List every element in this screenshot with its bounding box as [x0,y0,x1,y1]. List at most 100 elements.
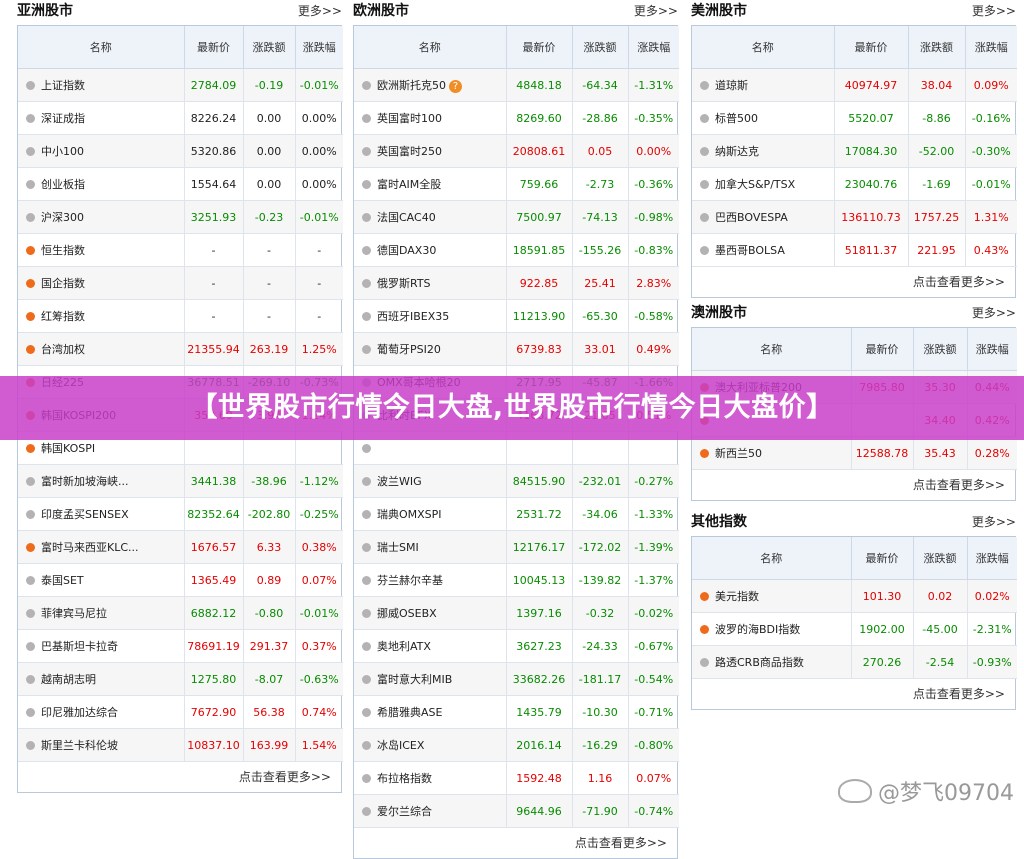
index-name-link[interactable]: 菲律宾马尼拉 [41,607,107,620]
index-name-link[interactable]: 沪深300 [41,211,84,224]
table-row[interactable]: 波罗的海BDI指数 1902.00 -45.00 -2.31% [692,612,1017,646]
europe-view-more[interactable]: 点击查看更多>> [354,828,677,858]
table-row[interactable]: 葡萄牙PSI20 6739.83 33.01 0.49% [354,332,679,366]
table-row[interactable]: 纳斯达克 17084.30 -52.00 -0.30% [692,134,1017,168]
oceania-view-more[interactable]: 点击查看更多>> [692,470,1015,500]
index-name-link[interactable]: 波兰WIG [377,475,422,488]
index-name-link[interactable]: 韩国KOSPI [41,442,95,455]
table-row[interactable]: 瑞典OMXSPI 2531.72 -34.06 -1.33% [354,497,679,531]
table-row[interactable]: 英国富时100 8269.60 -28.86 -0.35% [354,101,679,135]
index-name-link[interactable]: 富时新加坡海峡... [41,475,129,488]
index-name-link[interactable]: 美元指数 [715,590,759,603]
index-name-link[interactable]: 越南胡志明 [41,673,96,686]
index-name-link[interactable]: 台湾加权 [41,343,85,356]
index-name-link[interactable]: 法国CAC40 [377,211,436,224]
table-row[interactable]: 恒生指数 - - - [18,233,343,267]
index-name-link[interactable]: 德国DAX30 [377,244,436,257]
asia-more-link[interactable]: 更多>> [298,2,342,19]
index-name-link[interactable]: 英国富时250 [377,145,442,158]
index-name-link[interactable]: 富时意大利MIB [377,673,452,686]
europe-more-link[interactable]: 更多>> [634,2,678,19]
index-name-link[interactable]: 瑞士SMI [377,541,419,554]
table-row[interactable]: 爱尔兰综合 9644.96 -71.90 -0.74% [354,794,679,828]
index-name-link[interactable]: 墨西哥BOLSA [715,244,785,257]
index-name-link[interactable]: 创业板指 [41,178,85,191]
table-row[interactable]: 瑞士SMI 12176.17 -172.02 -1.39% [354,530,679,564]
table-row[interactable]: 菲律宾马尼拉 6882.12 -0.80 -0.01% [18,596,343,630]
index-name-link[interactable]: 奥地利ATX [377,640,431,653]
index-name-link[interactable]: 印度孟买SENSEX [41,508,129,521]
table-row[interactable]: 美元指数 101.30 0.02 0.02% [692,579,1017,613]
index-name-link[interactable]: 纳斯达克 [715,145,759,158]
table-row[interactable]: 巴西BOVESPA 136110.73 1757.25 1.31% [692,200,1017,234]
index-name-link[interactable]: 波罗的海BDI指数 [715,623,800,636]
index-name-link[interactable]: 标普500 [715,112,758,125]
table-row[interactable]: 富时新加坡海峡... 3441.38 -38.96 -1.12% [18,464,343,498]
index-name-link[interactable]: 印尼雅加达综合 [41,706,118,719]
table-row[interactable]: 西班牙IBEX35 11213.90 -65.30 -0.58% [354,299,679,333]
table-row[interactable]: 道琼斯 40974.97 38.04 0.09% [692,68,1017,102]
index-name-link[interactable]: 新西兰50 [715,447,762,460]
table-row[interactable]: 国企指数 - - - [18,266,343,300]
index-name-link[interactable]: 加拿大S&P/TSX [715,178,795,191]
other-more-link[interactable]: 更多>> [972,513,1016,530]
table-row[interactable]: 富时意大利MIB 33682.26 -181.17 -0.54% [354,662,679,696]
index-name-link[interactable]: 爱尔兰综合 [377,805,432,818]
table-row[interactable]: 布拉格指数 1592.48 1.16 0.07% [354,761,679,795]
table-row[interactable]: 印度孟买SENSEX 82352.64 -202.80 -0.25% [18,497,343,531]
table-row[interactable]: 芬兰赫尔辛基 10045.13 -139.82 -1.37% [354,563,679,597]
index-name-link[interactable]: 冰岛ICEX [377,739,424,752]
index-name-link[interactable]: 上证指数 [41,79,85,92]
table-row[interactable]: 新西兰50 12588.78 35.43 0.28% [692,436,1017,470]
america-view-more[interactable]: 点击查看更多>> [692,267,1015,297]
table-row[interactable]: 创业板指 1554.64 0.00 0.00% [18,167,343,201]
index-name-link[interactable]: 西班牙IBEX35 [377,310,449,323]
table-row[interactable]: 印尼雅加达综合 7672.90 56.38 0.74% [18,695,343,729]
table-row[interactable]: 路透CRB商品指数 270.26 -2.54 -0.93% [692,645,1017,679]
oceania-more-link[interactable]: 更多>> [972,304,1016,321]
index-name-link[interactable]: 英国富时100 [377,112,442,125]
table-row[interactable]: 富时马来西亚KLC... 1676.57 6.33 0.38% [18,530,343,564]
index-name-link[interactable]: 泰国SET [41,574,84,587]
table-row[interactable]: 俄罗斯RTS 922.85 25.41 2.83% [354,266,679,300]
table-row[interactable]: 台湾加权 21355.94 263.19 1.25% [18,332,343,366]
table-row[interactable]: 上证指数 2784.09 -0.19 -0.01% [18,68,343,102]
table-row[interactable]: 希腊雅典ASE 1435.79 -10.30 -0.71% [354,695,679,729]
index-name-link[interactable]: 富时马来西亚KLC... [41,541,139,554]
index-name-link[interactable]: 巴西BOVESPA [715,211,788,224]
index-name-link[interactable]: 恒生指数 [41,244,85,257]
table-row[interactable]: 英国富时250 20808.61 0.05 0.00% [354,134,679,168]
table-row[interactable]: 沪深300 3251.93 -0.23 -0.01% [18,200,343,234]
table-row[interactable]: 挪威OSEBX 1397.16 -0.32 -0.02% [354,596,679,630]
other-view-more[interactable]: 点击查看更多>> [692,679,1015,709]
index-name-link[interactable]: 希腊雅典ASE [377,706,442,719]
table-row[interactable]: 欧洲斯托克50? 4848.18 -64.34 -1.31% [354,68,679,102]
index-name-link[interactable]: 俄罗斯RTS [377,277,431,290]
table-row[interactable]: 冰岛ICEX 2016.14 -16.29 -0.80% [354,728,679,762]
table-row[interactable]: 巴基斯坦卡拉奇 78691.19 291.37 0.37% [18,629,343,663]
index-name-link[interactable]: 挪威OSEBX [377,607,437,620]
index-name-link[interactable]: 斯里兰卡科伦坡 [41,739,118,752]
table-row[interactable]: 波兰WIG 84515.90 -232.01 -0.27% [354,464,679,498]
table-row[interactable]: 中小100 5320.86 0.00 0.00% [18,134,343,168]
index-name-link[interactable]: 芬兰赫尔辛基 [377,574,443,587]
help-icon[interactable]: ? [449,80,462,93]
table-row[interactable]: 泰国SET 1365.49 0.89 0.07% [18,563,343,597]
table-row[interactable]: 奥地利ATX 3627.23 -24.33 -0.67% [354,629,679,663]
index-name-link[interactable]: 深证成指 [41,112,85,125]
index-name-link[interactable]: 巴基斯坦卡拉奇 [41,640,118,653]
index-name-link[interactable]: 道琼斯 [715,79,748,92]
index-name-link[interactable]: 富时AIM全股 [377,178,441,191]
index-name-link[interactable]: 葡萄牙PSI20 [377,343,441,356]
table-row[interactable]: 法国CAC40 7500.97 -74.13 -0.98% [354,200,679,234]
table-row[interactable]: 德国DAX30 18591.85 -155.26 -0.83% [354,233,679,267]
table-row[interactable]: 加拿大S&P/TSX 23040.76 -1.69 -0.01% [692,167,1017,201]
table-row[interactable]: 富时AIM全股 759.66 -2.73 -0.36% [354,167,679,201]
index-name-link[interactable]: 路透CRB商品指数 [715,656,804,669]
index-name-link[interactable]: 红筹指数 [41,310,85,323]
table-row[interactable]: 深证成指 8226.24 0.00 0.00% [18,101,343,135]
table-row[interactable]: 标普500 5520.07 -8.86 -0.16% [692,101,1017,135]
table-row[interactable]: 越南胡志明 1275.80 -8.07 -0.63% [18,662,343,696]
table-row[interactable]: 墨西哥BOLSA 51811.37 221.95 0.43% [692,233,1017,267]
index-name-link[interactable]: 瑞典OMXSPI [377,508,442,521]
